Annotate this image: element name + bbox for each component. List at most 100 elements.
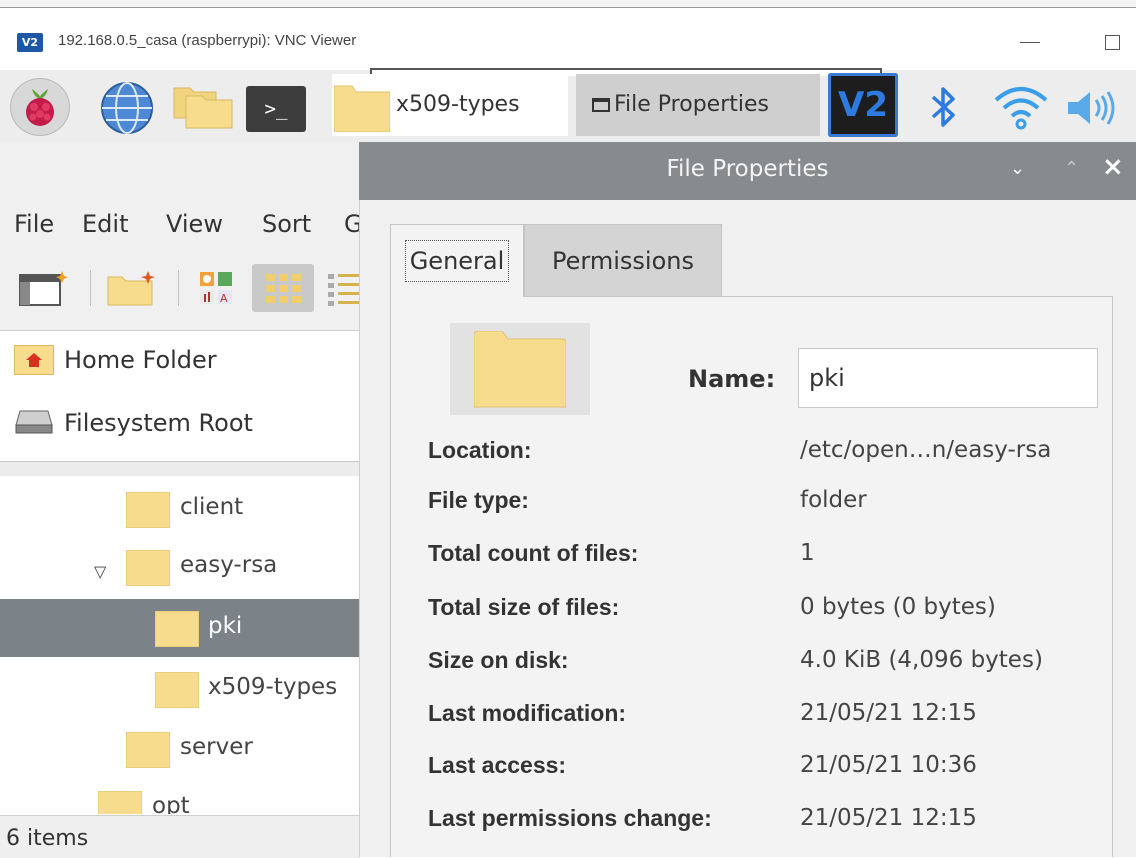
- pane-splitter[interactable]: [0, 461, 360, 477]
- folder-icon: [126, 550, 170, 586]
- web-browser-button[interactable]: [99, 80, 155, 136]
- svg-text:A: A: [220, 292, 228, 305]
- minimize-icon: [1020, 41, 1040, 43]
- drive-icon: [14, 405, 54, 441]
- tree-item-label: client: [180, 494, 244, 520]
- globe-icon: [101, 82, 153, 134]
- terminal-button[interactable]: >_: [246, 86, 306, 132]
- tree-item-label: opt: [152, 793, 190, 814]
- maximize-icon: [1104, 34, 1120, 50]
- taskbar: [0, 70, 1136, 143]
- folder-icon: [474, 331, 566, 408]
- speaker-glyph: [1068, 91, 1115, 125]
- tab-permissions[interactable]: Permissions: [524, 224, 722, 298]
- tree-item-easy-rsa[interactable]: ▽ easy-rsa: [0, 538, 360, 596]
- tab-label: General: [404, 240, 510, 282]
- bluetooth-icon[interactable]: [924, 82, 964, 132]
- tab-label: Permissions: [552, 247, 694, 275]
- task-label: File Properties: [592, 92, 769, 117]
- status-bar: 6 items: [0, 815, 360, 858]
- minimize-chevron-icon[interactable]: ⌄: [1010, 158, 1025, 179]
- folder-icon: [98, 791, 142, 814]
- bluetooth-glyph: [931, 87, 955, 127]
- total-count-value: 1: [800, 540, 815, 566]
- location-label: Location:: [428, 437, 532, 463]
- list-view-icon: [328, 274, 360, 306]
- maximize-chevron-icon[interactable]: ⌃: [1064, 158, 1079, 179]
- raspberry-icon: [26, 89, 54, 126]
- folder-icon: [334, 85, 390, 132]
- menu-file[interactable]: File: [14, 210, 54, 238]
- folder-icon: [126, 492, 170, 528]
- new-folder-icon: [107, 271, 155, 306]
- volume-icon[interactable]: [1062, 86, 1122, 130]
- tree-item-x509-types[interactable]: x509-types: [0, 660, 360, 718]
- thumbnail-icon: A: [200, 272, 232, 305]
- new-folder-button[interactable]: [104, 264, 160, 312]
- folder-icon: [155, 611, 199, 647]
- tree-item-label: easy-rsa: [180, 552, 278, 578]
- task-button-x509-types[interactable]: x509-types: [332, 74, 568, 136]
- window-top-edge: [0, 0, 1136, 8]
- raspberry-menu-button[interactable]: [10, 78, 70, 136]
- tree-item-pki[interactable]: pki: [0, 599, 360, 657]
- view-list-button[interactable]: [322, 264, 360, 312]
- folder-icon: [155, 672, 199, 708]
- item-count: 6 items: [6, 826, 89, 851]
- vnc-server-tray-icon[interactable]: V2: [828, 73, 898, 137]
- size-on-disk-value: 4.0 KiB (4,096 bytes): [800, 647, 1043, 673]
- last-modification-label: Last modification:: [428, 700, 627, 726]
- tree-item-client[interactable]: client: [0, 480, 360, 538]
- name-label: Name:: [688, 365, 776, 393]
- expander-down-icon[interactable]: ▽: [94, 562, 106, 581]
- task-label: x509-types: [396, 92, 520, 117]
- close-icon[interactable]: ×: [1102, 152, 1124, 182]
- window-icon: [592, 98, 610, 112]
- view-thumbnails-button[interactable]: A: [190, 264, 244, 312]
- wifi-icon[interactable]: [992, 82, 1050, 132]
- tree-item-label: pki: [208, 613, 243, 639]
- last-access-label: Last access:: [428, 752, 567, 778]
- file-type-value: folder: [800, 487, 867, 513]
- tab-general[interactable]: General: [390, 224, 524, 297]
- file-manager-button[interactable]: [172, 80, 234, 132]
- last-permissions-change-label: Last permissions change:: [428, 805, 712, 831]
- total-count-label: Total count of files:: [428, 540, 639, 566]
- new-window-button[interactable]: [14, 264, 72, 312]
- file-icon-button[interactable]: [450, 323, 590, 415]
- folder-icon: [126, 732, 170, 768]
- place-filesystem-root[interactable]: Filesystem Root: [14, 405, 253, 441]
- task-button-file-properties[interactable]: File Properties: [576, 74, 820, 136]
- icon-grid-icon: [266, 274, 301, 303]
- vnc-logo-icon: V2: [17, 33, 43, 52]
- window-title: 192.168.0.5_casa (raspberrypi): VNC View…: [58, 32, 357, 49]
- terminal-icon: >_: [264, 98, 288, 120]
- place-home-folder[interactable]: Home Folder: [14, 345, 217, 375]
- last-modification-value: 21/05/21 12:15: [800, 700, 977, 726]
- tree-item-server[interactable]: server: [0, 720, 360, 778]
- tree-item-opt[interactable]: opt: [0, 779, 360, 814]
- view-icons-button[interactable]: [252, 264, 314, 312]
- directory-tree: client ▽ easy-rsa pki x509-types server …: [0, 476, 360, 814]
- home-icon: [14, 345, 54, 375]
- size-on-disk-label: Size on disk:: [428, 647, 569, 673]
- name-field[interactable]: [798, 348, 1098, 408]
- menu-view[interactable]: View: [166, 210, 223, 238]
- last-access-value: 21/05/21 10:36: [800, 752, 977, 778]
- last-permissions-change-value: 21/05/21 12:15: [800, 805, 977, 831]
- menu-sort[interactable]: Sort: [262, 210, 311, 238]
- toolbar-separator: [178, 270, 179, 306]
- toolbar-separator: [90, 270, 91, 306]
- file-manager-titlebar: [0, 142, 360, 200]
- menu-go[interactable]: G: [344, 210, 360, 238]
- place-label: Home Folder: [64, 346, 217, 374]
- tree-item-label: server: [180, 734, 253, 760]
- folders-icon: [173, 87, 233, 129]
- maximize-button[interactable]: [1098, 30, 1126, 54]
- total-size-value: 0 bytes (0 bytes): [800, 594, 996, 620]
- file-type-label: File type:: [428, 487, 529, 513]
- tree-item-label: x509-types: [208, 674, 338, 700]
- place-label: Filesystem Root: [64, 409, 253, 437]
- minimize-button[interactable]: [1016, 30, 1044, 54]
- menu-edit[interactable]: Edit: [82, 210, 128, 238]
